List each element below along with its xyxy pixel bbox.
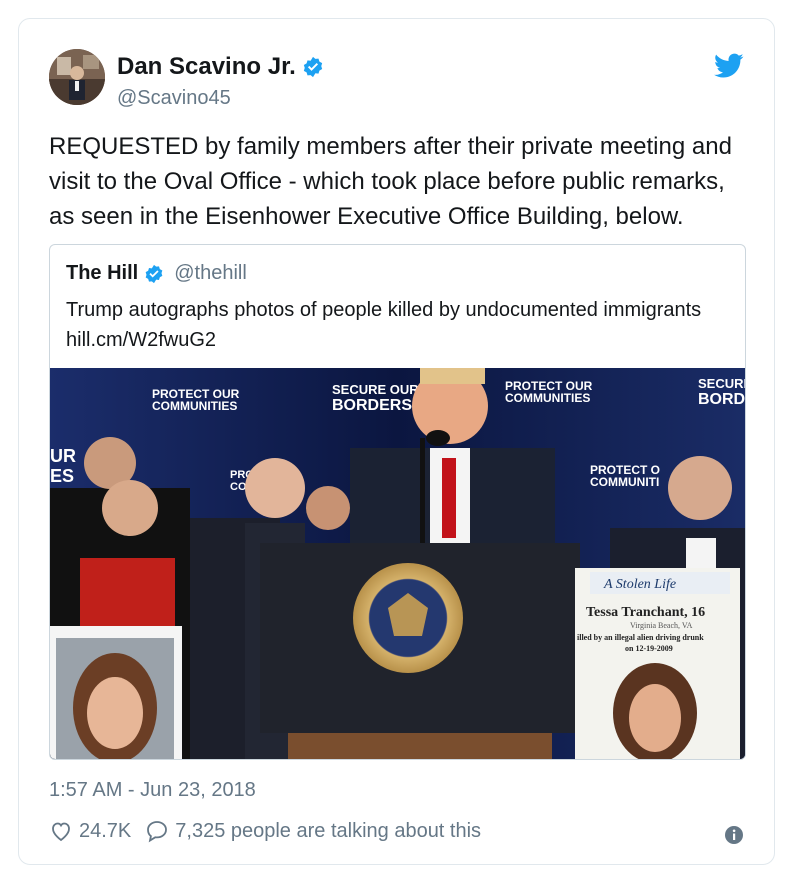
reply-bubble-icon[interactable] bbox=[145, 819, 169, 843]
avatar[interactable] bbox=[49, 49, 105, 105]
quoted-handle[interactable]: @thehill bbox=[174, 262, 247, 285]
verified-badge-icon bbox=[303, 56, 322, 78]
poster-caption: illed by an illegal alien driving drunk bbox=[577, 633, 704, 642]
tweet-text: REQUESTED by family members after their … bbox=[49, 133, 732, 230]
poster-name: Tessa Tranchant, 16 bbox=[586, 605, 705, 620]
photo-poster-left bbox=[50, 626, 182, 759]
quoted-text: Trump autographs photos of people killed… bbox=[66, 299, 702, 351]
sign-text: BORDERS bbox=[332, 397, 412, 414]
author-handle[interactable]: @Scavino45 bbox=[117, 87, 231, 110]
verified-badge-icon bbox=[145, 264, 163, 283]
quoted-tweet[interactable]: The Hill @thehill Trump autographs photo… bbox=[49, 244, 746, 760]
sign-text: UR bbox=[50, 446, 76, 466]
sign-text: COMMUNITIES bbox=[152, 399, 237, 413]
quoted-author[interactable]: The Hill @thehill bbox=[66, 262, 247, 285]
sign-text: COMMUNITI bbox=[590, 475, 659, 489]
sign-text: ES bbox=[50, 466, 74, 486]
sign-text: CO bbox=[230, 481, 247, 493]
photo-poster-right: A Stolen Life Tessa Tranchant, 16 Virgin… bbox=[575, 568, 740, 759]
engagement-stats: 24.7K 7,325 people are talking about thi… bbox=[49, 819, 481, 843]
microphone bbox=[420, 438, 425, 558]
twitter-bird-icon[interactable] bbox=[714, 53, 744, 79]
info-icon[interactable] bbox=[724, 825, 744, 845]
heart-icon[interactable] bbox=[49, 819, 73, 843]
sign-text: SECURE OUR bbox=[332, 382, 419, 397]
poster-title: A Stolen Life bbox=[603, 577, 676, 592]
embedded-tweet-card: Dan Scavino Jr. @Scavino45 REQUESTED by … bbox=[18, 18, 775, 865]
sign-text: BORD bbox=[698, 391, 745, 408]
sign-text: COMMUNITIES bbox=[505, 391, 590, 405]
poster-place: Virginia Beach, VA bbox=[630, 621, 693, 630]
author-name[interactable]: Dan Scavino Jr. bbox=[117, 53, 324, 81]
like-count[interactable]: 24.7K bbox=[79, 820, 131, 843]
talking-link[interactable]: 7,325 people are talking about this bbox=[175, 820, 481, 843]
timestamp[interactable]: 1:57 AM - Jun 23, 2018 bbox=[49, 779, 256, 802]
sign-text: SECURE bbox=[698, 376, 745, 391]
quoted-photo[interactable]: PROTECT OUR COMMUNITIES SECURE OUR BORDE… bbox=[50, 368, 745, 759]
podium bbox=[260, 543, 580, 759]
poster-date: on 12-19-2009 bbox=[625, 644, 673, 653]
